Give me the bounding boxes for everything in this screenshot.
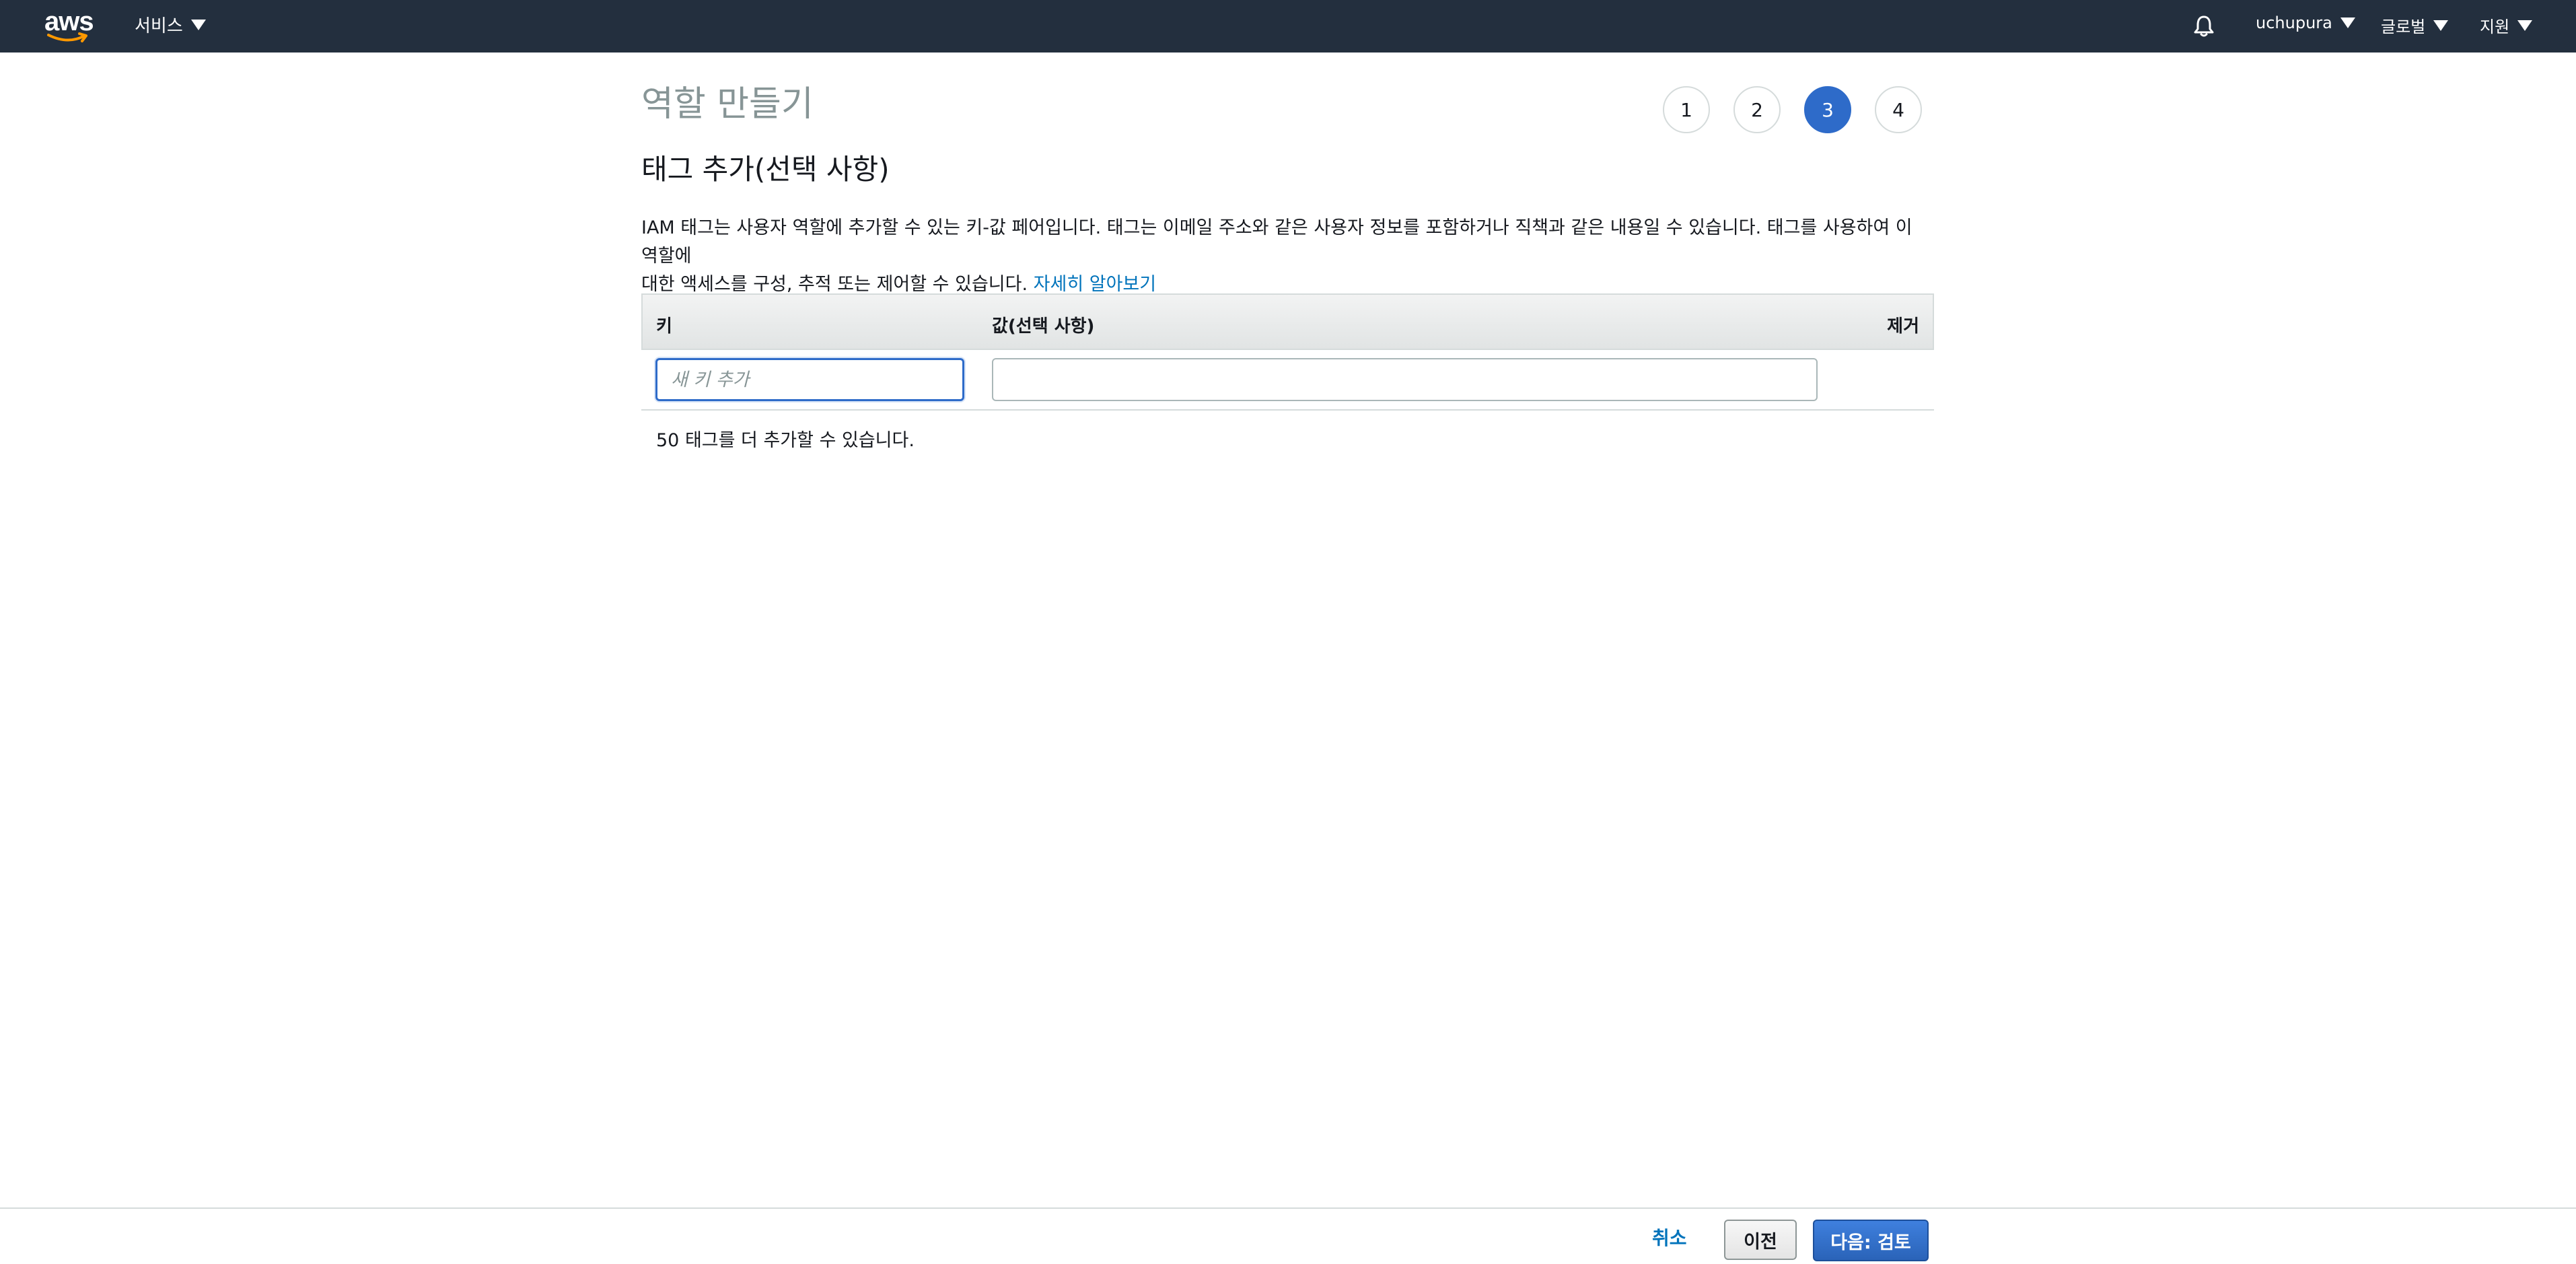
tag-key-input[interactable] — [655, 358, 964, 401]
description: IAM 태그는 사용자 역할에 추가할 수 있는 키-값 페어입니다. 태그는 … — [641, 214, 1933, 299]
tag-table-header: 키 값(선택 사항) 제거 — [641, 293, 1934, 350]
step-2[interactable]: 2 — [1733, 86, 1781, 133]
cancel-button[interactable]: 취소 — [1652, 1224, 1687, 1251]
step-1[interactable]: 1 — [1663, 86, 1710, 133]
user-label: uchupura — [2256, 13, 2332, 32]
bell-icon[interactable] — [2192, 13, 2216, 38]
column-header-value: 값(선택 사항) — [992, 316, 1095, 337]
user-menu[interactable]: uchupura — [2256, 13, 2355, 32]
column-header-remove: 제거 — [1887, 316, 1919, 337]
next-review-button[interactable]: 다음: 검토 — [1813, 1220, 1929, 1261]
description-line-2: 대한 액세스를 구성, 추적 또는 제어할 수 있습니다. — [641, 274, 1028, 295]
description-line-1: IAM 태그는 사용자 역할에 추가할 수 있는 키-값 페어입니다. 태그는 … — [641, 217, 1912, 267]
caret-down-icon — [190, 19, 206, 30]
support-label: 지원 — [2480, 17, 2510, 36]
step-4: 4 — [1875, 86, 1922, 133]
step-3-active: 3 — [1804, 86, 1851, 133]
column-header-key: 키 — [656, 316, 672, 337]
previous-button[interactable]: 이전 — [1724, 1220, 1797, 1260]
support-menu[interactable]: 지원 — [2480, 13, 2533, 37]
page-title: 역할 만들기 — [641, 84, 814, 125]
services-menu[interactable]: 서비스 — [135, 12, 206, 37]
caret-down-icon — [2340, 17, 2355, 28]
services-label: 서비스 — [135, 16, 183, 36]
remaining-tags-text: 50 태그를 더 추가할 수 있습니다. — [656, 430, 915, 451]
aws-smile-icon — [47, 32, 87, 42]
learn-more-link[interactable]: 자세히 알아보기 — [1034, 274, 1156, 295]
tag-table: 키 값(선택 사항) 제거 — [641, 293, 1934, 411]
caret-down-icon — [2433, 20, 2449, 31]
top-navigation-bar: aws 서비스 uchupura 글로벌 지원 — [0, 0, 2576, 52]
region-menu[interactable]: 글로벌 — [2381, 13, 2449, 37]
wizard-footer: 취소 이전 다음: 검토 — [0, 1207, 2576, 1264]
aws-logo[interactable]: aws — [44, 7, 94, 42]
region-label: 글로벌 — [2381, 17, 2426, 36]
tag-value-input[interactable] — [992, 358, 1818, 401]
caret-down-icon — [2517, 20, 2533, 31]
section-title: 태그 추가(선택 사항) — [641, 153, 890, 186]
